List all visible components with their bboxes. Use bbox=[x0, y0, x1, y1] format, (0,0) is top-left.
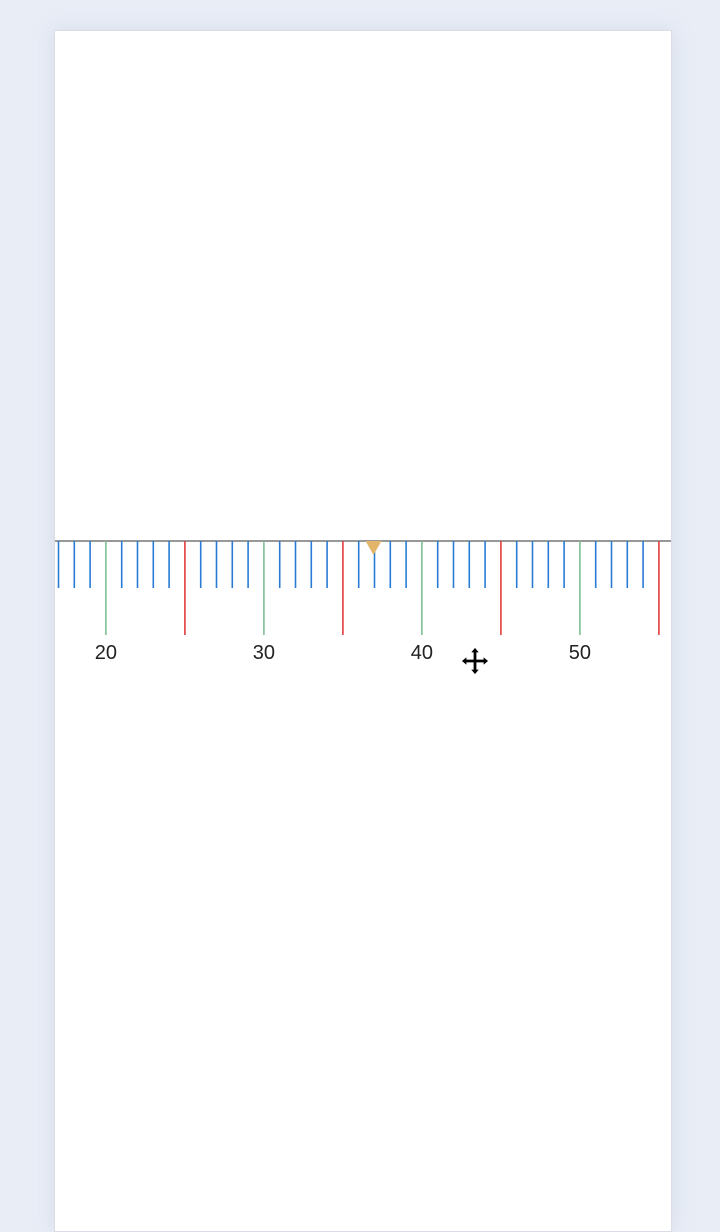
tick-label: 30 bbox=[253, 642, 275, 664]
ruler-card: 20 30 40 50 bbox=[54, 30, 672, 1232]
tick-label: 20 bbox=[95, 642, 117, 664]
value-indicator[interactable] bbox=[365, 541, 382, 555]
tick-label: 50 bbox=[569, 642, 591, 664]
ruler-ticks bbox=[57, 541, 660, 635]
tick-label: 40 bbox=[411, 642, 433, 664]
ruler[interactable]: 20 30 40 50 bbox=[55, 31, 671, 1231]
move-cursor-icon bbox=[460, 646, 490, 676]
ruler-labels: 20 30 40 50 bbox=[95, 642, 591, 664]
